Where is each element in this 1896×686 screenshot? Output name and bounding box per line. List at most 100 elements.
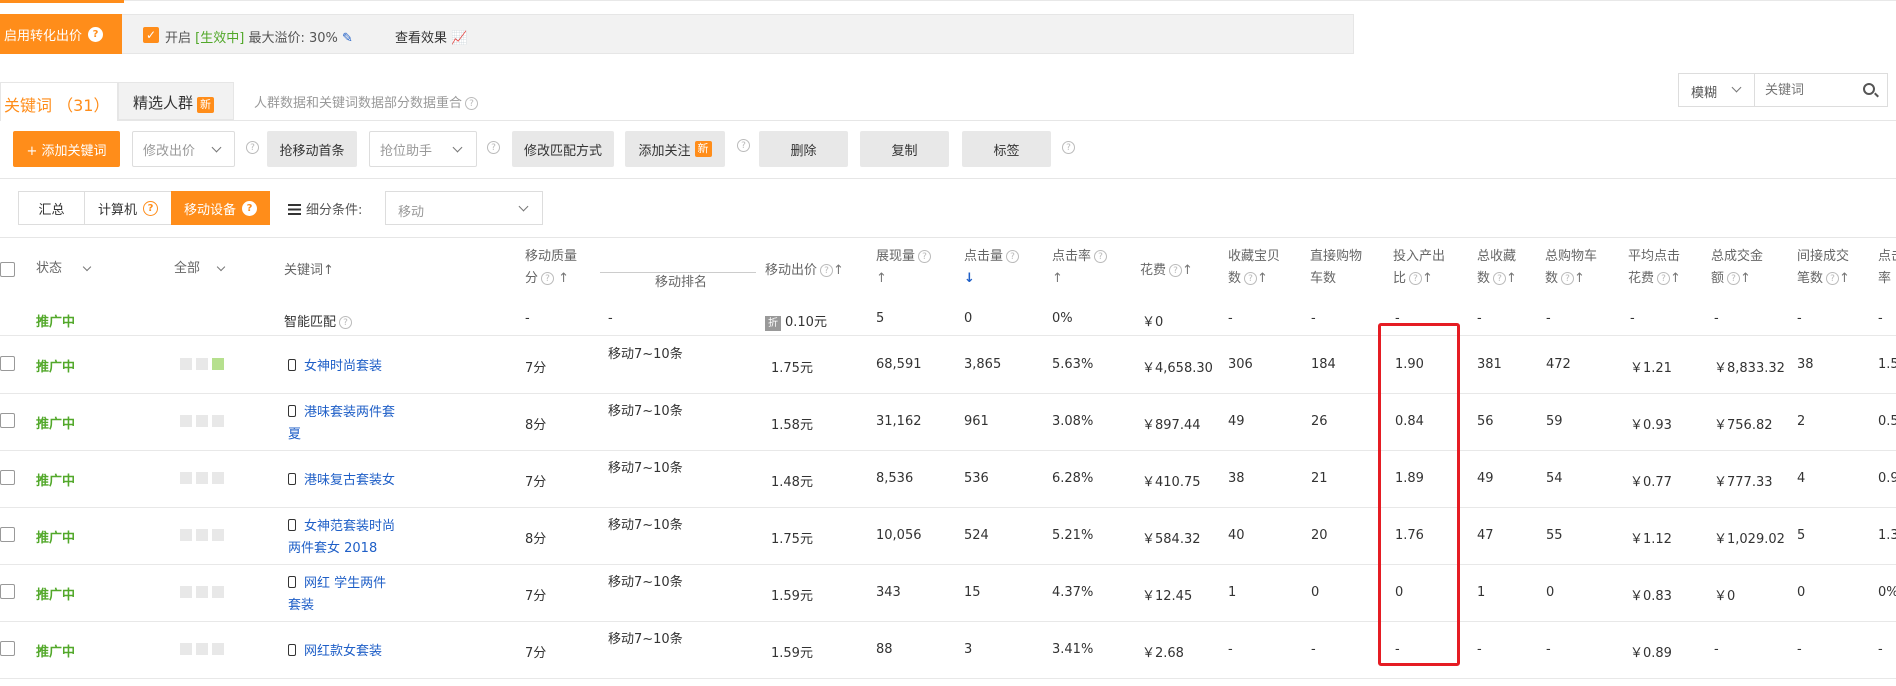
sort-up-icon[interactable]: ↑ <box>1182 263 1193 278</box>
bid-cell[interactable]: 1.75元 <box>771 357 813 376</box>
sort-up-icon[interactable]: ↑ <box>1422 271 1433 286</box>
help-icon[interactable]: ? <box>1826 272 1840 285</box>
tab-keywords[interactable]: 关键词 （31） <box>0 82 118 121</box>
all-filter-header[interactable]: 全部 <box>174 258 226 280</box>
avg-click-cell: ￥0.83 <box>1630 589 1672 604</box>
help-icon[interactable]: ? <box>339 316 353 329</box>
sort-up-icon[interactable]: ↑ <box>1257 271 1268 286</box>
fav-items-header[interactable]: 收藏宝贝数? ↑ <box>1228 246 1280 290</box>
conversion-rate-header[interactable]: 点击率 <box>1878 246 1896 290</box>
sort-up-icon[interactable]: ↑ <box>876 271 887 286</box>
row-checkbox[interactable] <box>0 470 15 485</box>
help-icon[interactable]: ? <box>246 141 259 154</box>
sort-up-icon[interactable]: ↑ <box>1052 271 1063 286</box>
help-icon[interactable]: ? <box>1493 272 1507 285</box>
help-icon[interactable]: ? <box>1409 272 1423 285</box>
help-icon[interactable]: ? <box>465 97 479 110</box>
keyword-cell[interactable]: 女神时尚套装 <box>288 355 382 374</box>
grab-mobile-first-button[interactable]: 抢移动首条 <box>267 131 357 167</box>
quality-score-header[interactable]: 移动质量分? ↑ <box>525 246 577 290</box>
chevron-down-icon <box>518 201 529 212</box>
tab-mobile[interactable]: 移动设备? <box>171 191 270 225</box>
roi-header[interactable]: 投入产出比? ↑ <box>1393 246 1445 290</box>
select-all-checkbox[interactable] <box>0 262 15 277</box>
delete-button[interactable]: 删除 <box>759 131 848 167</box>
edit-pencil-icon[interactable]: ✎ <box>342 31 353 46</box>
segment-condition-select[interactable]: 移动 <box>385 191 543 225</box>
help-icon[interactable]: ? <box>143 200 158 216</box>
row-checkbox[interactable] <box>0 356 15 371</box>
row-checkbox[interactable] <box>0 641 15 656</box>
help-icon[interactable]: ? <box>918 250 932 263</box>
mobile-rank-header: 移动排名 <box>655 272 707 294</box>
copy-button[interactable]: 复制 <box>860 131 949 167</box>
view-effect-link[interactable]: 查看效果 📈 <box>395 27 467 46</box>
sort-up-icon[interactable]: ↑ <box>1740 271 1751 286</box>
help-icon[interactable]: ? <box>487 141 500 154</box>
sort-up-icon[interactable]: ↑ <box>554 271 569 286</box>
total-cart-header[interactable]: 总购物车数? ↑ <box>1545 246 1597 290</box>
row-checkbox[interactable] <box>0 527 15 542</box>
bid-cell[interactable]: 折 0.10元 <box>765 311 827 331</box>
clicks-header[interactable]: 点击量? ↓ <box>964 246 1020 290</box>
help-icon[interactable]: ? <box>1094 250 1108 263</box>
impressions-header[interactable]: 展现量? ↑ <box>876 246 932 290</box>
help-icon[interactable]: ? <box>820 264 834 277</box>
help-icon[interactable]: ? <box>1561 272 1575 285</box>
search-icon[interactable] <box>1863 83 1875 95</box>
help-icon[interactable]: ? <box>1657 272 1671 285</box>
sort-up-icon[interactable]: ↑ <box>1506 271 1517 286</box>
help-icon[interactable]: ? <box>1727 272 1741 285</box>
add-follow-button[interactable]: 添加关注新 <box>625 131 725 167</box>
keyword-header[interactable]: 关键词↑ <box>284 260 334 282</box>
sort-up-icon[interactable]: ↑ <box>1574 271 1585 286</box>
direct-cart-header[interactable]: 直接购物 车数 <box>1310 246 1362 290</box>
help-icon[interactable]: ? <box>737 139 750 152</box>
enabled-checkbox[interactable]: ✓ <box>143 27 159 43</box>
help-icon[interactable]: ? <box>1006 250 1020 263</box>
ctr-header[interactable]: 点击率? ↑ <box>1052 246 1108 290</box>
add-keyword-button[interactable]: + 添加关键词 <box>13 131 120 167</box>
tag-button[interactable]: 标签 <box>962 131 1051 167</box>
cost-header[interactable]: 花费? ↑ <box>1140 260 1193 282</box>
indirect-orders-header[interactable]: 间接成交 笔数? ↑ <box>1797 246 1850 290</box>
keyword-cell[interactable]: 网红款女套装 <box>288 640 382 659</box>
sort-up-icon[interactable]: ↑ <box>1670 271 1681 286</box>
tab-selected-crowd[interactable]: 精选人群新 <box>118 82 234 120</box>
sort-down-icon[interactable]: ↓ <box>964 271 975 286</box>
sort-up-icon[interactable]: ↑ <box>833 263 844 278</box>
mobile-bid-header[interactable]: 移动出价? ↑ <box>765 260 844 282</box>
row-checkbox[interactable] <box>0 584 15 599</box>
help-icon[interactable]: ? <box>1062 141 1075 154</box>
help-icon[interactable]: ? <box>1244 272 1258 285</box>
sort-up-icon[interactable]: ↑ <box>1839 271 1850 286</box>
rank-indicator-1 <box>180 643 192 655</box>
modify-match-button[interactable]: 修改匹配方式 <box>512 131 614 167</box>
keyword-cell[interactable]: 港味套装两件套夏 <box>288 402 395 446</box>
modify-bid-select[interactable]: 修改出价 <box>132 131 235 167</box>
total-amount-header[interactable]: 总成交金额? ↑ <box>1711 246 1763 290</box>
tab-summary[interactable]: 汇总 <box>18 191 85 225</box>
avg-click-cost-header[interactable]: 平均点击 花费? ↑ <box>1628 246 1681 290</box>
status-header[interactable]: 状态 <box>36 258 92 280</box>
rank-helper-select[interactable]: 抢位助手 <box>369 131 477 167</box>
help-icon[interactable]: ? <box>88 26 104 42</box>
row-checkbox[interactable] <box>0 413 15 428</box>
match-mode-select[interactable]: 模糊 <box>1679 74 1755 106</box>
keyword-cell[interactable]: 港味复古套装女 <box>288 469 395 488</box>
bid-cell[interactable]: 1.59元 <box>771 585 813 604</box>
keyword-cell[interactable]: 网红 学生两件 套装 <box>288 573 386 617</box>
help-icon[interactable]: ? <box>541 272 555 285</box>
bid-cell[interactable]: 1.58元 <box>771 414 813 433</box>
tab-computer[interactable]: 计算机? <box>84 191 172 225</box>
keyword-cell[interactable]: 女神范套装时尚 两件套女 2018 <box>288 516 395 560</box>
bid-cell[interactable]: 1.75元 <box>771 528 813 547</box>
enable-conversion-bid-button[interactable]: 启用转化出价 ? <box>0 14 122 54</box>
total-fav-header[interactable]: 总收藏数? ↑ <box>1477 246 1517 290</box>
bid-cell[interactable]: 1.59元 <box>771 642 813 661</box>
help-icon[interactable]: ? <box>242 200 257 216</box>
bid-cell[interactable]: 1.48元 <box>771 471 813 490</box>
search-input[interactable] <box>1755 74 1855 106</box>
rank-cell: 移动7~10条 <box>608 518 683 533</box>
help-icon[interactable]: ? <box>1169 264 1183 277</box>
